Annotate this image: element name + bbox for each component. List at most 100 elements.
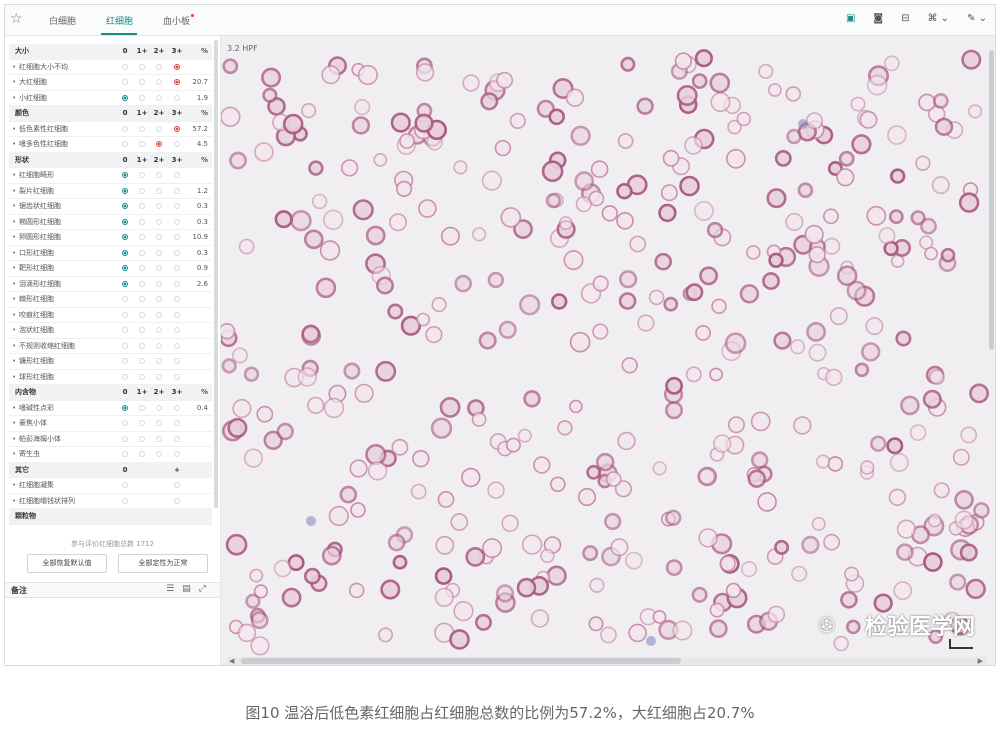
grade-radio[interactable] — [156, 420, 162, 426]
grade-radio[interactable] — [174, 63, 180, 70]
mark-all-normal-button[interactable]: 全部定性为正常 — [118, 554, 208, 573]
list-icon[interactable]: ☰ — [166, 584, 182, 594]
grade-radio[interactable] — [174, 373, 180, 380]
grade-radio[interactable] — [156, 94, 162, 101]
grade-radio[interactable] — [156, 141, 162, 147]
grade-radio[interactable] — [174, 311, 180, 318]
horizontal-scrollbar[interactable] — [227, 657, 987, 665]
camera-icon[interactable]: ◙ — [873, 13, 883, 24]
panel-scrollbar[interactable] — [214, 40, 218, 508]
grade-radio[interactable] — [122, 94, 128, 101]
grade-radio[interactable] — [139, 296, 145, 302]
grade-radio[interactable] — [174, 451, 180, 457]
grade-radio[interactable] — [139, 404, 145, 411]
grade-radio[interactable] — [174, 497, 180, 504]
grade-radio[interactable] — [174, 420, 180, 426]
star-icon[interactable]: ☆ — [10, 11, 23, 27]
grade-radio[interactable] — [122, 234, 128, 240]
grade-radio[interactable] — [139, 249, 145, 256]
grade-radio[interactable] — [122, 327, 128, 333]
grade-radio[interactable] — [139, 280, 145, 287]
grade-radio[interactable] — [122, 265, 128, 271]
grade-radio[interactable] — [174, 218, 180, 225]
grade-radio[interactable] — [174, 234, 180, 240]
grade-radio[interactable] — [139, 172, 145, 178]
grade-radio[interactable] — [139, 311, 145, 318]
reset-all-button[interactable]: 全部恢复默认值 — [27, 554, 107, 573]
grade-radio[interactable] — [174, 265, 180, 271]
grade-radio[interactable] — [139, 234, 145, 240]
grade-radio[interactable] — [156, 404, 162, 411]
grade-radio[interactable] — [156, 172, 162, 178]
grade-radio[interactable] — [174, 94, 180, 101]
grade-radio[interactable] — [174, 172, 180, 178]
tab-plt[interactable]: 血小板 — [163, 14, 190, 27]
brush-icon[interactable]: ✎ ⌄ — [967, 13, 987, 24]
grade-radio[interactable] — [156, 311, 162, 318]
grade-radio[interactable] — [122, 172, 128, 178]
grade-radio[interactable] — [139, 125, 145, 132]
layers-icon[interactable]: ⌘ ⌄ — [928, 13, 950, 24]
grade-radio[interactable] — [156, 373, 162, 380]
grade-radio[interactable] — [156, 296, 162, 302]
grade-radio[interactable] — [156, 451, 162, 457]
scroll-right-icon[interactable]: ▶ — [978, 657, 983, 665]
grade-radio[interactable] — [156, 203, 162, 209]
grade-radio[interactable] — [122, 125, 128, 132]
grade-radio[interactable] — [122, 141, 128, 147]
grade-radio[interactable] — [122, 404, 128, 411]
grade-radio[interactable] — [156, 265, 162, 271]
grade-radio[interactable] — [156, 358, 162, 364]
grade-radio[interactable] — [122, 358, 128, 364]
grade-radio[interactable] — [122, 296, 128, 302]
horizontal-scroll-thumb[interactable] — [241, 658, 681, 664]
grade-radio[interactable] — [174, 358, 180, 364]
grade-radio[interactable] — [122, 218, 128, 225]
grade-radio[interactable] — [139, 327, 145, 333]
grade-radio[interactable] — [122, 311, 128, 318]
grade-radio[interactable] — [156, 218, 162, 225]
grade-radio[interactable] — [174, 141, 180, 147]
grade-radio[interactable] — [174, 342, 180, 349]
grade-radio[interactable] — [174, 249, 180, 256]
grade-radio[interactable] — [122, 482, 128, 488]
grade-radio[interactable] — [139, 218, 145, 225]
grade-radio[interactable] — [156, 342, 162, 349]
grade-radio[interactable] — [122, 435, 128, 442]
grade-radio[interactable] — [174, 79, 180, 85]
grade-radio[interactable] — [139, 451, 145, 457]
tab-rbc[interactable]: 红细胞 — [106, 14, 133, 27]
grade-radio[interactable] — [139, 358, 145, 364]
scroll-left-icon[interactable]: ◀ — [229, 657, 234, 665]
grade-radio[interactable] — [156, 280, 162, 287]
grade-radio[interactable] — [139, 203, 145, 209]
grade-radio[interactable] — [174, 296, 180, 302]
grade-radio[interactable] — [122, 187, 128, 194]
grade-radio[interactable] — [174, 203, 180, 209]
expand-icon[interactable]: ⤢ — [199, 584, 214, 594]
grade-radio[interactable] — [174, 435, 180, 442]
grade-radio[interactable] — [122, 420, 128, 426]
grade-radio[interactable] — [122, 249, 128, 256]
grade-radio[interactable] — [122, 203, 128, 209]
grade-radio[interactable] — [156, 234, 162, 240]
grade-radio[interactable] — [156, 249, 162, 256]
grade-radio[interactable] — [139, 141, 145, 147]
tab-wbc[interactable]: 白细胞 — [49, 14, 76, 27]
grade-radio[interactable] — [122, 373, 128, 380]
measure-icon[interactable]: ⊟ — [901, 13, 909, 24]
smear-viewer[interactable]: 3.2 HPF ◀ ▶ ✇ 检验医学网 — [221, 36, 995, 665]
grade-radio[interactable] — [139, 420, 145, 426]
grade-radio[interactable] — [174, 280, 180, 287]
grade-radio[interactable] — [156, 125, 162, 132]
grade-radio[interactable] — [139, 342, 145, 349]
grade-radio[interactable] — [139, 63, 145, 70]
grade-radio[interactable] — [156, 79, 162, 85]
grade-radio[interactable] — [174, 482, 180, 488]
edit-icon[interactable]: ▤ — [182, 584, 199, 594]
grade-radio[interactable] — [139, 435, 145, 442]
grade-radio[interactable] — [139, 79, 145, 85]
grade-radio[interactable] — [122, 342, 128, 349]
vertical-scrollbar[interactable] — [989, 50, 994, 350]
grade-radio[interactable] — [122, 451, 128, 457]
